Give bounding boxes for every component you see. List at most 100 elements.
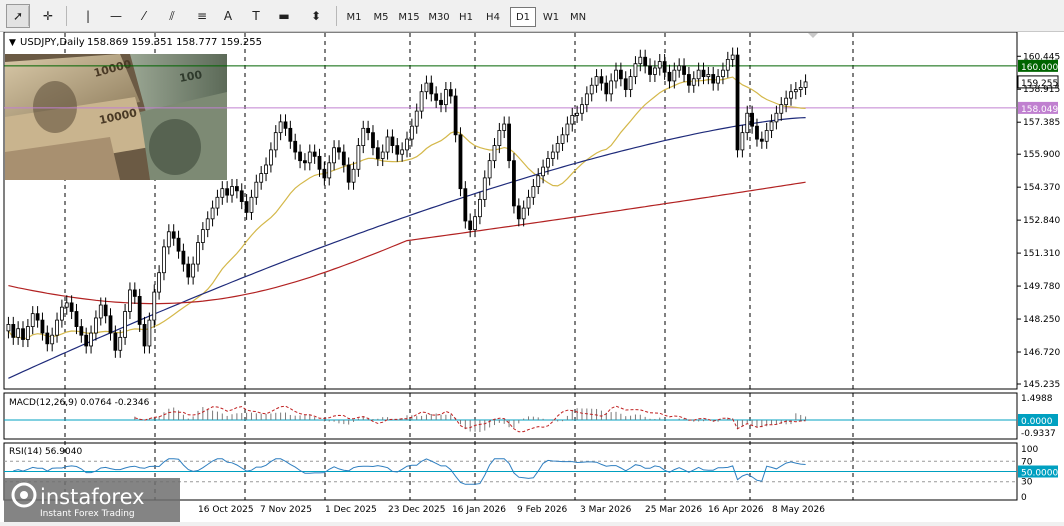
candle-body (657, 61, 662, 69)
candle-body (755, 125, 759, 140)
timeframe-m30-button[interactable]: M30 (426, 7, 452, 27)
vertical-line-tool-button[interactable]: | (76, 4, 100, 28)
timeframe-w1-button[interactable]: W1 (538, 7, 564, 27)
rsi-tick-label: 0 (1021, 493, 1027, 503)
x-axis-label: 16 Apr 2026 (708, 505, 764, 515)
rsi-tick-label: 30 (1021, 478, 1033, 488)
candle-body (745, 112, 750, 134)
candle-body (269, 149, 273, 166)
candle-body (215, 196, 220, 209)
candle-body (84, 334, 89, 347)
candle-body (380, 151, 385, 159)
candle-body (205, 218, 210, 231)
x-axis-label: 7 Nov 2025 (260, 505, 312, 515)
y-tick-label: 158.915 (1023, 85, 1060, 95)
candle-body (385, 136, 390, 153)
timeframe-h1-button[interactable]: H1 (453, 7, 479, 27)
candle-body (259, 173, 264, 183)
y-tick-label: 154.370 (1023, 183, 1060, 193)
candle-body (721, 69, 725, 78)
candle-body (507, 123, 511, 162)
candle-body (565, 123, 570, 136)
symbol-label: USDJPY,Daily (20, 37, 85, 48)
candle-body (157, 272, 162, 293)
cursor-tool-button[interactable]: ➚ (6, 4, 30, 28)
candle-body (30, 313, 35, 327)
candle-body (108, 315, 113, 334)
arrows-tool-button[interactable]: ⬍ (304, 4, 328, 28)
candle-body (803, 81, 808, 88)
candle-body (492, 145, 497, 162)
toolbar-separator (28, 6, 29, 26)
timeframe-m15-button[interactable]: M15 (396, 7, 422, 27)
rectangle-tool-button[interactable]: ▬ (272, 4, 296, 28)
channel-tool-button[interactable]: ⫽ (160, 4, 184, 28)
macd-label: MACD(12,26,9) 0.0764 -0.2346 (9, 398, 150, 408)
candle-body (186, 263, 191, 278)
candle-body (346, 164, 351, 183)
candle-body (59, 306, 64, 321)
candle-body (643, 56, 648, 67)
candle-body (589, 84, 594, 95)
candle-body (448, 89, 453, 97)
candle-body (774, 112, 779, 123)
candle-body (536, 175, 541, 187)
candle-body (730, 54, 735, 60)
candle-body (118, 336, 123, 351)
text-tool-button[interactable]: A (216, 4, 240, 28)
candle-body (798, 87, 803, 90)
price-chart[interactable]: 10000 10000 100 160.000158.049159.255 16… (0, 31, 1064, 522)
candle-body (764, 130, 769, 142)
candle-body (516, 205, 521, 220)
candle-body (64, 302, 69, 308)
fibonacci-tool-button[interactable]: ≡ (190, 4, 214, 28)
timeframe-d1-button[interactable]: D1 (510, 7, 536, 27)
timeframe-mn-button[interactable]: MN (565, 7, 591, 27)
trendline-tool-button[interactable]: ⁄ (132, 4, 156, 28)
timeframe-m5-button[interactable]: M5 (368, 7, 394, 27)
candle-body (220, 188, 225, 198)
candle-body (443, 89, 448, 106)
x-axis-label: 16 Jan 2026 (452, 505, 506, 515)
candle-body (132, 289, 137, 297)
candle-body (128, 289, 132, 312)
timeframe-h4-button[interactable]: H4 (480, 7, 506, 27)
candle-body (361, 127, 366, 146)
candle-body (735, 54, 740, 151)
candle-body (171, 231, 176, 239)
candle-body (628, 76, 633, 90)
toolbar-separator (336, 6, 337, 26)
candle-body (502, 123, 507, 131)
candle-body (434, 93, 439, 101)
timeframe-m1-button[interactable]: M1 (341, 7, 367, 27)
arrows-icon: ⬍ (310, 9, 322, 23)
chart-menu-arrow[interactable]: ▼ (9, 38, 16, 48)
rectangle-icon: ▬ (278, 9, 290, 23)
text-label-tool-button[interactable]: T (244, 4, 268, 28)
candle-body (152, 291, 157, 321)
candle-body (113, 332, 118, 351)
price-level-label: 158.049 (1021, 105, 1058, 115)
horizontal-line-tool-button[interactable]: — (104, 4, 128, 28)
candle-body (74, 311, 79, 327)
candle-body (550, 151, 555, 159)
candle-body (303, 160, 307, 164)
candle-body (200, 229, 205, 243)
candle-body (317, 155, 322, 170)
fibonacci-icon: ≡ (196, 9, 208, 23)
candle-body (789, 91, 793, 99)
candle-body (332, 147, 336, 164)
candle-body (609, 80, 614, 95)
chart-window[interactable]: 10000 10000 100 160.000 158.049 159.255 16… (0, 31, 1064, 522)
candle-body (210, 207, 215, 220)
candle-body (278, 121, 283, 134)
candle-body (327, 162, 332, 179)
x-axis-label: 23 Dec 2025 (388, 505, 446, 515)
candle-body (55, 319, 59, 336)
candle-body (196, 242, 200, 265)
macd-zero-label: 0.0000 (1021, 417, 1053, 427)
candle-body (98, 304, 103, 319)
crosshair-tool-button[interactable]: ✛ (36, 4, 60, 28)
banknotes-photo: 10000 10000 100 (5, 54, 227, 180)
candle-body (351, 168, 356, 183)
